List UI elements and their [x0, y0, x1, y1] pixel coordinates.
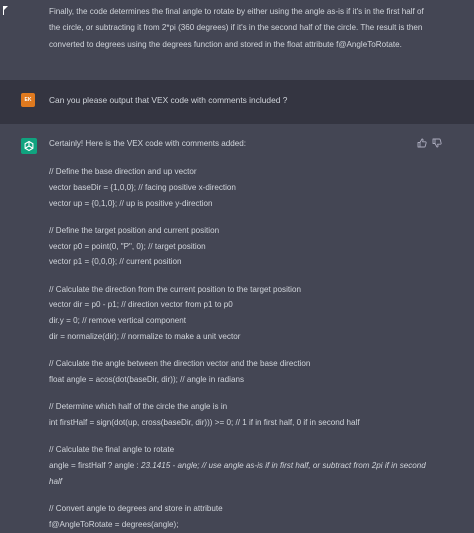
code-line: // Calculate the final angle to rotate	[49, 445, 175, 455]
user-message-text: Can you please output that VEX code with…	[49, 95, 288, 105]
code-line: // Define the target position and curren…	[49, 225, 220, 235]
code-line: dir = normalize(dir); // normalize to ma…	[49, 331, 241, 341]
mouse-cursor-icon	[3, 6, 8, 15]
code-line-final-angle: angle = firstHalf ? angle : 23.1415 - an…	[49, 458, 429, 490]
previous-message-text: Finally, the code determines the final a…	[49, 7, 424, 49]
code-line: // Calculate the angle between the direc…	[49, 359, 311, 369]
code-block: // Calculate the angle between the direc…	[49, 356, 429, 388]
code-line: vector p0 = point(0, "P", 0); // target …	[49, 241, 206, 251]
code-text: angle = firstHalf ? angle :	[49, 460, 142, 470]
code-line: int firstHalf = sign(dot(up, cross(baseD…	[49, 417, 360, 427]
code-block: // Define the base direction and up vect…	[49, 164, 429, 211]
previous-assistant-message: Finally, the code determines the final a…	[0, 0, 474, 81]
code-block: // Calculate the final angle to rotate a…	[49, 442, 429, 489]
chat-page: Finally, the code determines the final a…	[0, 0, 474, 533]
user-avatar: EK	[21, 93, 35, 107]
assistant-intro-text: Certainly! Here is the VEX code with com…	[49, 139, 247, 148]
code-block: // Determine which half of the circle th…	[49, 399, 429, 431]
code-line: vector baseDir = {1,0,0}; // facing posi…	[49, 182, 236, 192]
code-block: // Define the target position and curren…	[49, 223, 429, 270]
code-line: // Convert angle to degrees and store in…	[49, 503, 223, 513]
code-line: // Define the base direction and up vect…	[49, 167, 197, 176]
thumbs-down-icon[interactable]	[432, 138, 442, 148]
assistant-message-body: Certainly! Here is the VEX code with com…	[49, 137, 429, 532]
code-line: float angle = acos(dot(baseDir, dir)); /…	[49, 374, 245, 384]
code-line: vector dir = p0 - p1; // direction vecto…	[49, 300, 233, 310]
code-block: // Convert angle to degrees and store in…	[49, 501, 429, 533]
openai-logo-icon	[21, 138, 37, 154]
assistant-message: Certainly! Here is the VEX code with com…	[0, 124, 474, 533]
code-line: // Calculate the direction from the curr…	[49, 284, 301, 294]
code-line: f@AngleToRotate = degrees(angle);	[49, 519, 179, 529]
code-line: vector up = {0,1,0}; // up is positive y…	[49, 198, 213, 208]
user-message: EK Can you please output that VEX code w…	[0, 80, 474, 125]
code-block: // Calculate the direction from the curr…	[49, 282, 429, 345]
code-line: // Determine which half of the circle th…	[49, 402, 228, 412]
code-line: dir.y = 0; // remove vertical component	[49, 316, 186, 326]
code-line: vector p1 = {0,0,0}; // current position	[49, 257, 182, 267]
